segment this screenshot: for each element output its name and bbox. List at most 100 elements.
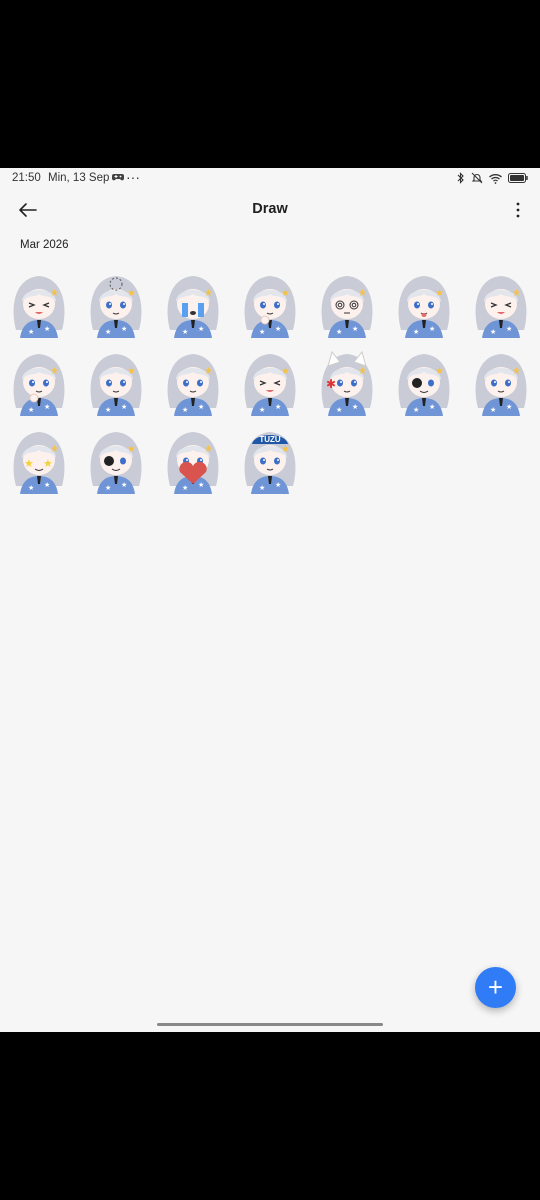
status-time: 21:50 [12,172,41,184]
svg-text:★: ★ [198,325,204,333]
svg-text:★: ★ [204,366,213,377]
page-title: Draw [252,201,288,217]
sticker-thumbs-up[interactable]: ★ ★ ★ [235,268,305,338]
svg-text:★: ★ [182,484,188,492]
sticker-tongue-out[interactable]: ★ ★ ★ [389,268,459,338]
sticker-heart-image: ★ ★ ★ [167,432,219,494]
sticker-closeup[interactable]: ★ ★ ★ [466,346,536,416]
svg-text:★: ★ [204,288,213,299]
sticker-wink[interactable]: ★ ★ ★ [235,346,305,416]
svg-text:★: ★ [435,366,444,377]
sticker-eyepatch-shout[interactable]: ★ ★ ★ [389,346,459,416]
sticker-crying[interactable]: ★ ★ ★ [158,268,228,338]
svg-text:★: ★ [198,481,204,489]
svg-text:★: ★ [127,444,136,455]
sticker-eyepatch[interactable]: ★ ★ ★ [81,424,151,494]
sticker-thumbs-up-image: ★ ★ ★ [244,276,296,338]
svg-text:★: ★ [429,325,435,333]
svg-text:★: ★ [28,406,34,414]
sticker-tuzu-hat-image: ★ ★★TUZU [244,432,296,494]
svg-text:★: ★ [281,288,290,299]
svg-text:★: ★ [281,366,290,377]
svg-text:★: ★ [490,328,496,336]
sticker-star-eyes[interactable]: ★ ★ ★ ★ ★ [4,424,74,494]
svg-text:★: ★ [24,458,34,470]
plus-icon: + [487,972,504,1002]
sticker-wink-image: ★ ★ ★ [244,354,296,416]
svg-text:★: ★ [50,288,59,299]
sticker-loading[interactable]: ★ ★ ★ [81,268,151,338]
more-options-icon[interactable] [514,200,522,220]
gamepad-icon [112,174,124,181]
sticker-eyepatch-shout-image: ★ ★ ★ [398,354,450,416]
sticker-star-eyes-image: ★ ★ ★ ★ ★ [13,432,65,494]
svg-text:★: ★ [204,444,213,455]
svg-text:★: ★ [512,288,521,299]
svg-text:★: ★ [182,328,188,336]
svg-text:★: ★ [435,288,444,299]
sticker-closeup-image: ★ ★ ★ [475,354,527,416]
svg-text:★: ★ [121,325,127,333]
svg-text:✱: ✱ [326,377,336,391]
svg-text:★: ★ [506,325,512,333]
sticker-tuzu-hat[interactable]: ★ ★ ★ TUZU [235,424,305,494]
sticker-shy-image: ★ ★ ★ [167,354,219,416]
svg-text:★: ★ [121,481,127,489]
sticker-flower-image: ★ ★ ★ [13,354,65,416]
svg-text:★: ★ [413,406,419,414]
svg-text:★: ★ [506,403,512,411]
svg-text:★: ★ [259,406,265,414]
svg-text:★: ★ [352,403,358,411]
svg-text:★: ★ [259,328,265,336]
sticker-squint-laugh[interactable]: ★ ★ ★ [466,268,536,338]
svg-text:★: ★ [121,403,127,411]
svg-text:★: ★ [105,484,111,492]
svg-text:★: ★ [43,458,53,470]
sticker-dizzy[interactable]: ★ ★ ★ [312,268,382,338]
svg-text:★: ★ [275,325,281,333]
svg-text:★: ★ [105,406,111,414]
svg-text:★: ★ [44,403,50,411]
sticker-angry-cat[interactable]: ★ ★ ★ ✱ [312,346,382,416]
sticker-squint-laugh-image: ★ ★ ★ [475,276,527,338]
status-date: Min, 13 Sep [48,172,110,184]
svg-text:★: ★ [358,366,367,377]
svg-text:★: ★ [127,288,136,299]
sticker-heart[interactable]: ★ ★ ★ [158,424,228,494]
svg-text:★: ★ [28,484,34,492]
sticker-eyepatch-image: ★ ★ ★ [90,432,142,494]
sticker-crying-image: ★ ★ ★ [167,276,219,338]
svg-text:★: ★ [336,406,342,414]
svg-text:★: ★ [281,444,290,455]
sticker-flower[interactable]: ★ ★ ★ [4,346,74,416]
status-bar: 21:50 Min, 13 Sep ··· [0,168,540,190]
svg-text:★: ★ [413,328,419,336]
sticker-angry-cat-image: ★ ★ ★ ✱ [321,350,373,416]
sticker-dizzy-image: ★ ★ ★ [321,276,373,338]
svg-text:★: ★ [50,444,59,455]
svg-text:★: ★ [259,484,265,492]
svg-text:★: ★ [105,328,111,336]
home-indicator[interactable] [157,1023,383,1026]
status-icons [457,172,528,184]
battery-icon [508,173,528,183]
add-button[interactable]: + [475,967,516,1008]
svg-text:★: ★ [198,403,204,411]
hat-caption: TUZU [259,435,281,444]
sticker-laughing[interactable]: ★ ★ ★ [4,268,74,338]
bluetooth-icon [457,172,464,184]
svg-text:★: ★ [352,325,358,333]
sticker-pout[interactable]: ★ ★ ★ [81,346,151,416]
sticker-shy[interactable]: ★ ★ ★ [158,346,228,416]
svg-text:★: ★ [44,481,50,489]
svg-text:★: ★ [358,288,367,299]
svg-text:★: ★ [512,366,521,377]
sticker-laughing-image: ★ ★ ★ [13,276,65,338]
bell-muted-icon [471,172,483,184]
more-notifications-icon: ··· [126,169,140,185]
svg-text:★: ★ [44,325,50,333]
section-date-header: Mar 2026 [20,239,69,251]
sticker-pout-image: ★ ★ ★ [90,354,142,416]
sticker-loading-image: ★ ★ ★ [90,276,142,338]
svg-text:★: ★ [336,328,342,336]
